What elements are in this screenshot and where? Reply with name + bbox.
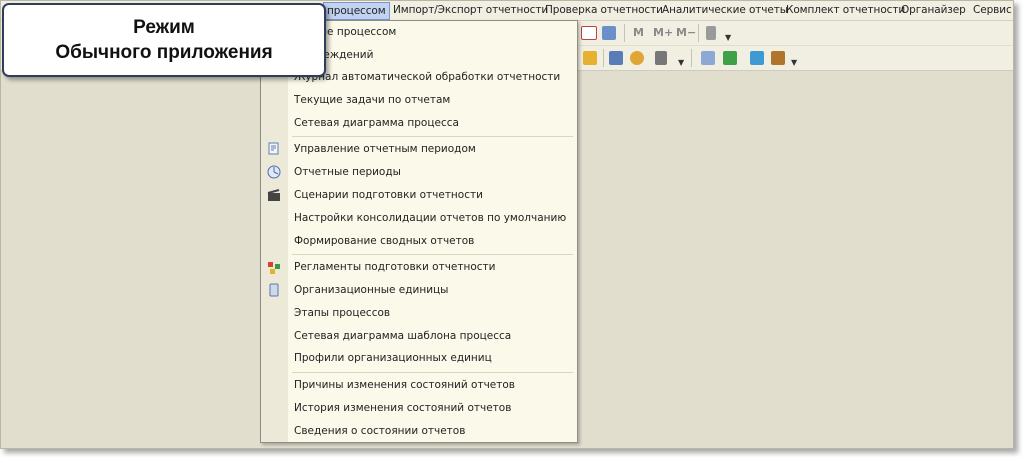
menu-import-export[interactable]: Импорт/Экспорт отчетности bbox=[393, 4, 548, 16]
menu-item-preparation-regulations[interactable]: Регламенты подготовки отчетности bbox=[294, 261, 496, 273]
mode-callout: Режим Обычного приложения bbox=[2, 3, 326, 77]
book-icon[interactable] bbox=[771, 51, 785, 65]
menu-item-report-periods[interactable]: Отчетные периоды bbox=[294, 166, 401, 178]
menu-item-period-management[interactable]: Управление отчетным периодом bbox=[294, 143, 476, 155]
menu-item-state-change-history[interactable]: История изменения состояний отчетов bbox=[294, 402, 511, 414]
period-management-icon bbox=[268, 142, 279, 155]
menu-item-process-stages[interactable]: Этапы процессов bbox=[294, 307, 390, 319]
tools-icon[interactable] bbox=[706, 26, 716, 40]
callout-line-mode: Режим bbox=[133, 17, 195, 38]
memory-button[interactable]: M bbox=[633, 26, 644, 39]
dropdown-arrow-icon[interactable]: ▼ bbox=[678, 58, 684, 67]
menu-separator bbox=[292, 372, 573, 373]
menu-separator bbox=[292, 136, 573, 137]
print-icon[interactable] bbox=[609, 51, 623, 65]
toolbar-separator bbox=[691, 49, 692, 67]
check-icon[interactable] bbox=[723, 51, 737, 65]
memory-plus-button[interactable]: M+ bbox=[653, 26, 673, 39]
toolbar-separator bbox=[698, 24, 699, 42]
tree-icon[interactable] bbox=[583, 51, 597, 65]
cube-icon[interactable] bbox=[750, 51, 764, 65]
toolbar-separator bbox=[603, 49, 604, 67]
menu-item-current-tasks[interactable]: Текущие задачи по отчетам bbox=[294, 94, 450, 106]
menu-item-consolidation-settings[interactable]: Настройки консолидации отчетов по умолча… bbox=[294, 212, 566, 224]
clapperboard-icon bbox=[267, 189, 280, 201]
process-management-dropdown: вление процессом и учреждений Журнал авт… bbox=[260, 20, 578, 443]
dropdown-arrow-icon[interactable]: ▼ bbox=[791, 58, 797, 67]
menu-item-org-units[interactable]: Организационные единицы bbox=[294, 284, 448, 296]
menu-service[interactable]: Сервис bbox=[973, 4, 1012, 16]
menu-item-template-network-diagram[interactable]: Сетевая диаграмма шаблона процесса bbox=[294, 330, 511, 342]
menu-process-management[interactable]: процессом bbox=[323, 2, 390, 20]
users-search-icon[interactable] bbox=[602, 26, 616, 40]
memory-minus-button[interactable]: M− bbox=[676, 26, 696, 39]
org-unit-icon bbox=[269, 283, 279, 297]
regulation-blocks-icon bbox=[268, 262, 280, 274]
copy-icon[interactable] bbox=[701, 51, 715, 65]
application-window: процессом Импорт/Экспорт отчетности Пров… bbox=[0, 0, 1014, 449]
menu-item-report-state-info[interactable]: Сведения о состоянии отчетов bbox=[294, 425, 465, 437]
menu-item-process-network-diagram[interactable]: Сетевая диаграмма процесса bbox=[294, 117, 459, 129]
sum-icon[interactable] bbox=[655, 51, 667, 65]
menu-separator bbox=[292, 254, 573, 255]
toolbar-separator bbox=[624, 24, 625, 42]
calendar-icon[interactable] bbox=[581, 26, 597, 40]
menu-item-org-unit-profiles[interactable]: Профили организационных единиц bbox=[294, 352, 492, 364]
callout-title: Режим Обычного приложения bbox=[4, 15, 324, 65]
menu-report-check[interactable]: Проверка отчетности bbox=[545, 4, 663, 16]
callout-line-app-type: Обычного приложения bbox=[55, 42, 273, 63]
menu-icon-column bbox=[261, 21, 288, 442]
menu-report-set[interactable]: Комплект отчетности bbox=[786, 4, 905, 16]
menu-item-summary-reports[interactable]: Формирование сводных отчетов bbox=[294, 235, 474, 247]
menu-analytic-reports[interactable]: Аналитические отчеты bbox=[662, 4, 788, 16]
menu-item-state-change-reasons[interactable]: Причины изменения состояний отчетов bbox=[294, 379, 515, 391]
dropdown-arrow-icon[interactable]: ▼ bbox=[725, 33, 731, 42]
menu-item-preparation-scenarios[interactable]: Сценарии подготовки отчетности bbox=[294, 189, 483, 201]
globe-icon[interactable] bbox=[630, 51, 644, 65]
pie-clock-icon bbox=[267, 165, 281, 179]
menu-organizer[interactable]: Органайзер bbox=[901, 4, 966, 16]
menu-item-auto-processing-log[interactable]: Журнал автоматической обработки отчетнос… bbox=[294, 71, 560, 83]
